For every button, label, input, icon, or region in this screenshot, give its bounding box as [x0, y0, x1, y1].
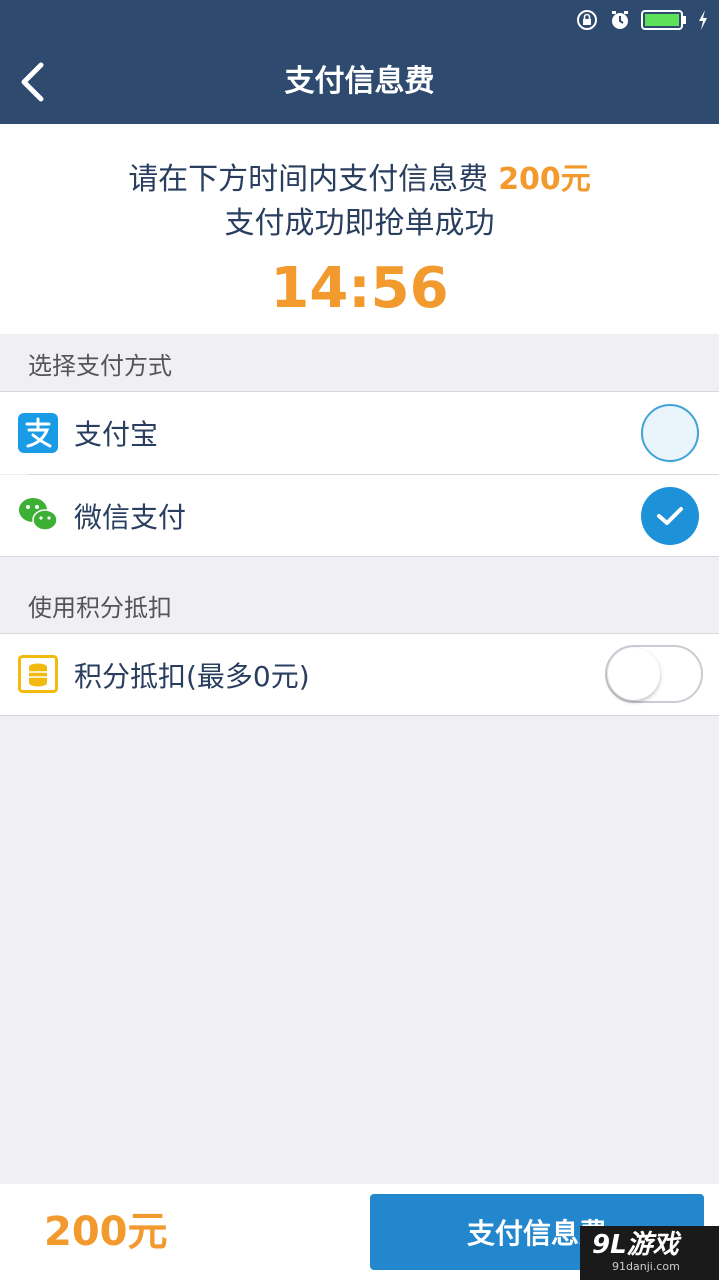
payment-method-alipay[interactable]: 支付宝	[0, 392, 719, 474]
radio-selected[interactable]	[641, 487, 699, 545]
radio-unselected[interactable]	[641, 404, 699, 462]
rotation-lock-icon	[575, 8, 599, 32]
divider	[0, 556, 719, 557]
notice-amount: 200元	[498, 162, 591, 197]
checkmark-icon	[657, 507, 683, 525]
toggle-knob	[608, 648, 660, 700]
wechat-icon	[18, 495, 58, 535]
points-section-header: 使用积分抵扣	[28, 593, 172, 622]
notice-line-2: 支付成功即抢单成功	[224, 206, 495, 241]
points-toggle[interactable]	[605, 645, 703, 703]
points-toggle-label: 积分抵扣(最多0元)	[74, 659, 310, 693]
watermark-sub: 91danji.com	[612, 1260, 680, 1273]
nav-bar: 支付信息费	[0, 40, 719, 124]
alarm-icon	[609, 9, 631, 31]
total-amount: 200元	[44, 1209, 168, 1255]
status-bar	[0, 0, 719, 40]
divider	[0, 715, 719, 716]
coins-icon	[18, 654, 58, 694]
notice-line-1: 请在下方时间内支付信息费 200元	[0, 160, 719, 200]
watermark-logo: 9L游戏 91danji.com	[580, 1226, 719, 1280]
watermark-main: 9L游戏	[592, 1230, 679, 1260]
payment-method-wechat[interactable]: 微信支付	[0, 475, 719, 556]
notice-text: 请在下方时间内支付信息费	[128, 162, 489, 197]
page-title: 支付信息费	[284, 64, 435, 99]
payment-method-label: 支付宝	[74, 418, 159, 451]
status-icons	[575, 8, 709, 32]
battery-icon	[641, 9, 687, 31]
charging-icon	[697, 9, 709, 31]
app-header: 支付信息费	[0, 0, 719, 124]
countdown-timer: 14:56	[270, 256, 449, 321]
alipay-icon	[18, 413, 58, 453]
payment-method-label: 微信支付	[74, 500, 187, 534]
payment-notice: 请在下方时间内支付信息费 200元 支付成功即抢单成功 14:56	[0, 124, 719, 334]
points-deduction-row: 积分抵扣(最多0元)	[0, 634, 719, 715]
payment-section-header: 选择支付方式	[28, 351, 172, 380]
